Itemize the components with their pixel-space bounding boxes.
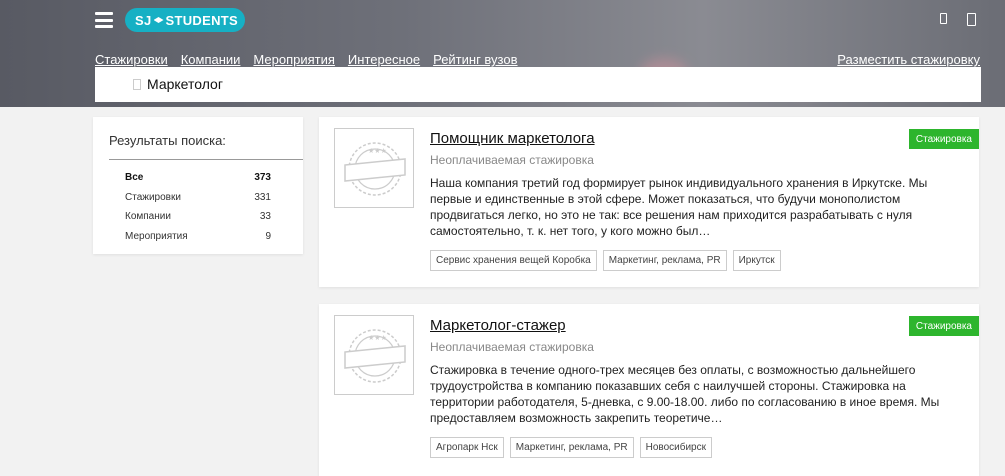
search-results-sidebar: Результаты поиска: Все 373 Стажировки 33…: [93, 117, 303, 254]
tag-city[interactable]: Иркутск: [732, 250, 781, 271]
logo-text: SJ: [135, 12, 152, 28]
main-nav: Стажировки Компании Мероприятия Интересн…: [95, 52, 518, 67]
tag-category[interactable]: Маркетинг, реклама, PR: [509, 437, 634, 458]
result-subtitle: Неоплачиваемая стажировка: [430, 153, 594, 167]
logo[interactable]: SJ STUDENTS: [125, 8, 245, 32]
result-tags: Сервис хранения вещей Коробка Маркетинг,…: [430, 250, 781, 271]
nav-item-events[interactable]: Мероприятия: [253, 52, 335, 67]
divider: [109, 159, 303, 160]
company-logo-placeholder[interactable]: ★★★: [334, 128, 414, 208]
svg-text:★★★: ★★★: [368, 334, 387, 342]
search-input[interactable]: [147, 73, 947, 95]
hamburger-icon[interactable]: [95, 12, 113, 28]
phone-icon[interactable]: [940, 13, 947, 24]
filter-count: 331: [254, 191, 271, 203]
search-bar: [95, 67, 981, 102]
tablet-icon[interactable]: [967, 13, 976, 26]
results-filter-list: Все 373 Стажировки 331 Компании 33 Мероп…: [125, 168, 271, 246]
nav-item-companies[interactable]: Компании: [181, 52, 241, 67]
result-card: ★★★ Помощник маркетолога Неоплачиваемая …: [319, 117, 979, 287]
result-description: Наша компания третий год формирует рынок…: [430, 176, 928, 238]
result-subtitle: Неоплачиваемая стажировка: [430, 340, 594, 354]
sidebar-title: Результаты поиска:: [109, 133, 226, 148]
company-logo-placeholder[interactable]: ★★★: [334, 315, 414, 395]
result-tags: Агропарк Нск Маркетинг, реклама, PR Ново…: [430, 437, 712, 458]
filter-events[interactable]: Мероприятия 9: [125, 227, 271, 247]
graduation-cap-icon: [153, 17, 164, 23]
seal-placeholder-icon: ★★★: [344, 329, 406, 383]
tag-company[interactable]: Агропарк Нск: [430, 437, 504, 458]
tag-category[interactable]: Маркетинг, реклама, PR: [602, 250, 727, 271]
nav-item-internships[interactable]: Стажировки: [95, 52, 168, 67]
tag-company[interactable]: Сервис хранения вещей Коробка: [430, 250, 597, 271]
seal-placeholder-icon: ★★★: [344, 142, 406, 196]
result-card: ★★★ Маркетолог-стажер Неоплачиваемая ста…: [319, 304, 979, 476]
filter-label: Стажировки: [125, 191, 181, 203]
filter-count: 373: [254, 172, 271, 184]
nav-item-university-rating[interactable]: Рейтинг вузов: [433, 52, 517, 67]
tag-city[interactable]: Новосибирск: [639, 437, 712, 458]
search-icon: [133, 79, 141, 90]
filter-count: 33: [259, 211, 271, 223]
result-title[interactable]: Помощник маркетолога: [430, 130, 595, 147]
filter-internships[interactable]: Стажировки 331: [125, 188, 271, 208]
filter-label: Все: [125, 172, 144, 184]
filter-companies[interactable]: Компании 33: [125, 207, 271, 227]
result-type-badge: Стажировка: [908, 129, 979, 149]
filter-all[interactable]: Все 373: [125, 168, 271, 188]
nav-item-interesting[interactable]: Интересное: [348, 52, 420, 67]
result-type-badge: Стажировка: [908, 316, 979, 336]
filter-label: Мероприятия: [125, 230, 188, 242]
filter-count: 9: [265, 230, 271, 242]
logo-text: STUDENTS: [165, 12, 238, 28]
filter-label: Компании: [125, 211, 171, 223]
post-internship-link[interactable]: Разместить стажировку: [837, 52, 980, 67]
svg-text:★★★: ★★★: [368, 147, 387, 155]
result-title[interactable]: Маркетолог-стажер: [430, 317, 566, 334]
result-description: Стажировка в течение одного-трех месяцев…: [430, 363, 940, 425]
